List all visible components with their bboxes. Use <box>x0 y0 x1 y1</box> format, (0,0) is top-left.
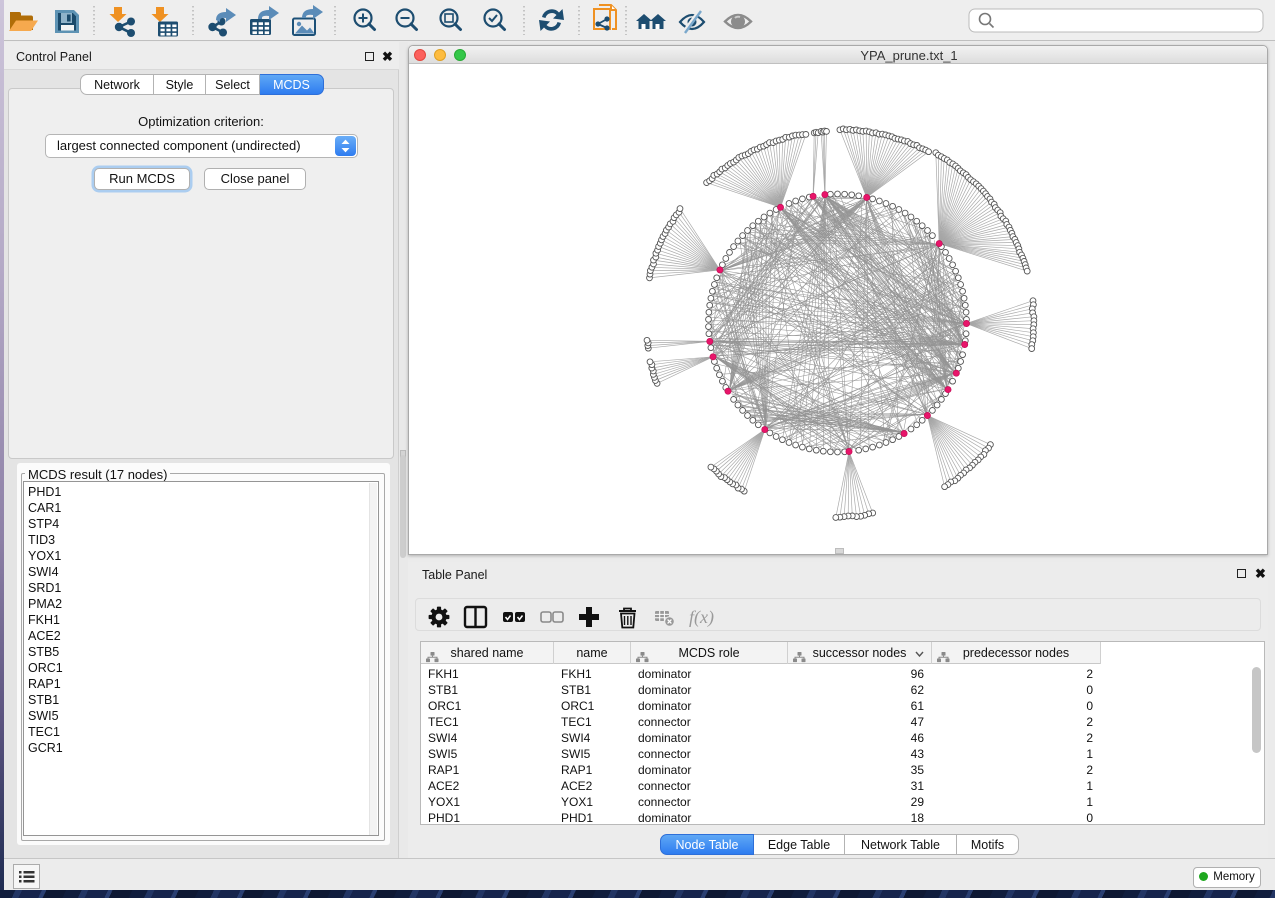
svg-text:f(x): f(x) <box>689 607 714 628</box>
